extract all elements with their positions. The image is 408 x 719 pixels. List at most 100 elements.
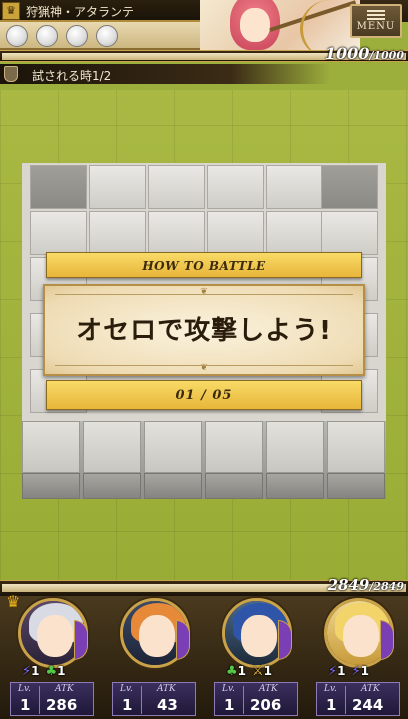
portrait-face (241, 615, 277, 657)
skill-row: ♣1 ⚔1 (226, 660, 296, 679)
flourish-ornament: ❦ (200, 363, 208, 373)
divider (141, 686, 142, 714)
skill-value: 1 (57, 664, 66, 678)
party-hp-max: 2849 (373, 580, 404, 593)
board-tile[interactable] (30, 165, 87, 209)
lv-value: 1 (224, 696, 235, 714)
board-tile[interactable] (30, 211, 87, 255)
atk-value: 286 (46, 696, 78, 714)
shield-icon (4, 66, 18, 82)
board-tile[interactable] (327, 421, 385, 473)
skill-gauge (278, 620, 292, 660)
bolt-icon: ⚡ (22, 664, 32, 679)
atk-label: ATK (157, 684, 176, 694)
board-tile[interactable] (321, 211, 378, 255)
skill-bolt: ⚡1 (328, 664, 346, 679)
how-to-battle-dialog[interactable]: HOW TO BATTLE ❦ オセロで攻撃しよう! ❦ 01 / 05 (43, 252, 365, 416)
game-screen: HOW TO BATTLE ❦ オセロで攻撃しよう! ❦ 01 / 05 ♛ 狩… (0, 0, 408, 719)
lv-label: Lv. (120, 684, 133, 694)
party-member[interactable]: ♛ ⚡1 ♣1 Lv. 1 ATK 286 (0, 594, 102, 719)
board-side (22, 473, 80, 499)
board-tile[interactable] (207, 165, 264, 209)
board-tile[interactable] (83, 421, 141, 473)
board-side (205, 473, 263, 499)
lv-value: 1 (20, 696, 31, 714)
party-hp-text: 2849/2849 (327, 576, 404, 594)
menu-label: MENU (356, 21, 396, 32)
skill-value: 1 (31, 664, 40, 678)
lv-value: 1 (122, 696, 133, 714)
board-tile[interactable] (321, 165, 378, 209)
boss-name: 狩猟神・アタランテ (26, 5, 135, 19)
menu-button[interactable]: MENU (350, 4, 402, 38)
party-member[interactable]: ♣1 ⚔1 Lv. 1 ATK 206 (204, 596, 306, 719)
dialog-body: ❦ オセロで攻撃しよう! ❦ (43, 284, 365, 376)
bolt-icon: ⚡ (351, 664, 361, 679)
skill-gauge (74, 620, 88, 660)
atk-value: 244 (352, 696, 384, 714)
portrait-face (139, 615, 175, 657)
dialog-title: HOW TO BATTLE (142, 259, 266, 273)
boss-hp-text: 1000/1000 (324, 44, 404, 63)
board-tile[interactable] (22, 421, 80, 473)
divider (345, 686, 346, 714)
skill-row: ⚡1 ⚡1 (328, 660, 398, 679)
clover-icon: ♣ (45, 664, 58, 679)
quest-bar: 試される時1/2 (0, 64, 330, 84)
board-tile[interactable] (207, 211, 264, 255)
member-stats: Lv. 1 ATK 244 (316, 682, 400, 716)
divider (39, 686, 40, 714)
skill-gauge (380, 620, 394, 660)
portrait-face (343, 615, 379, 657)
board-tile[interactable] (148, 165, 205, 209)
skill-value: 1 (237, 664, 247, 678)
atk-value: 43 (157, 696, 178, 714)
boss-hp-max: 1000 (373, 49, 404, 62)
dialog-header: HOW TO BATTLE (46, 252, 362, 278)
board-side (327, 473, 385, 499)
member-stats: Lv. 1 ATK 286 (10, 682, 94, 716)
skill-gauge (176, 620, 190, 660)
lv-label: Lv. (18, 684, 31, 694)
board-tile[interactable] (266, 165, 323, 209)
member-stats: Lv. 1 ATK 43 (112, 682, 196, 716)
atk-value: 206 (250, 696, 282, 714)
orb-icon (6, 25, 28, 47)
skill-value: 1 (360, 664, 369, 678)
board-tile[interactable] (266, 421, 324, 473)
atk-label: ATK (361, 684, 380, 694)
skill-clover: ♣1 (226, 664, 246, 679)
atk-label: ATK (259, 684, 278, 694)
turn-orbs (0, 22, 200, 50)
board-tile[interactable] (89, 211, 146, 255)
member-stats: Lv. 1 ATK 206 (214, 682, 298, 716)
atk-label: ATK (55, 684, 74, 694)
party-panel: ♛ ⚡1 ♣1 Lv. 1 ATK 286 Lv. 1 ATK 43 ♣1 ⚔1… (0, 594, 408, 719)
sword-icon: ⚔ (252, 664, 264, 679)
board-tile[interactable] (144, 421, 202, 473)
lv-value: 1 (326, 696, 337, 714)
orb-icon (96, 25, 118, 47)
dialog-footer: 01 / 05 (46, 380, 362, 410)
skill-row: ⚡1 ♣1 (22, 660, 92, 679)
skill-sword: ⚔1 (252, 664, 272, 679)
orb-icon (66, 25, 88, 47)
lv-label: Lv. (222, 684, 235, 694)
skill-value: 1 (337, 664, 346, 678)
board-side (144, 473, 202, 499)
party-member[interactable]: ⚡1 ⚡1 Lv. 1 ATK 244 (306, 596, 408, 719)
board-tile[interactable] (89, 165, 146, 209)
flourish-ornament: ❦ (200, 287, 208, 297)
board-tile[interactable] (205, 421, 263, 473)
board-tile[interactable] (266, 211, 323, 255)
party-member[interactable]: Lv. 1 ATK 43 (102, 596, 204, 719)
board-tile[interactable] (148, 211, 205, 255)
divider (243, 686, 244, 714)
dialog-message: オセロで攻撃しよう! (76, 316, 332, 346)
clover-icon: ♣ (226, 664, 238, 679)
skill-bolt: ⚡1 (352, 664, 370, 679)
lv-label: Lv. (324, 684, 337, 694)
orb-icon (36, 25, 58, 47)
page-indicator: 01 / 05 (175, 388, 233, 403)
hamburger-icon (367, 10, 385, 20)
